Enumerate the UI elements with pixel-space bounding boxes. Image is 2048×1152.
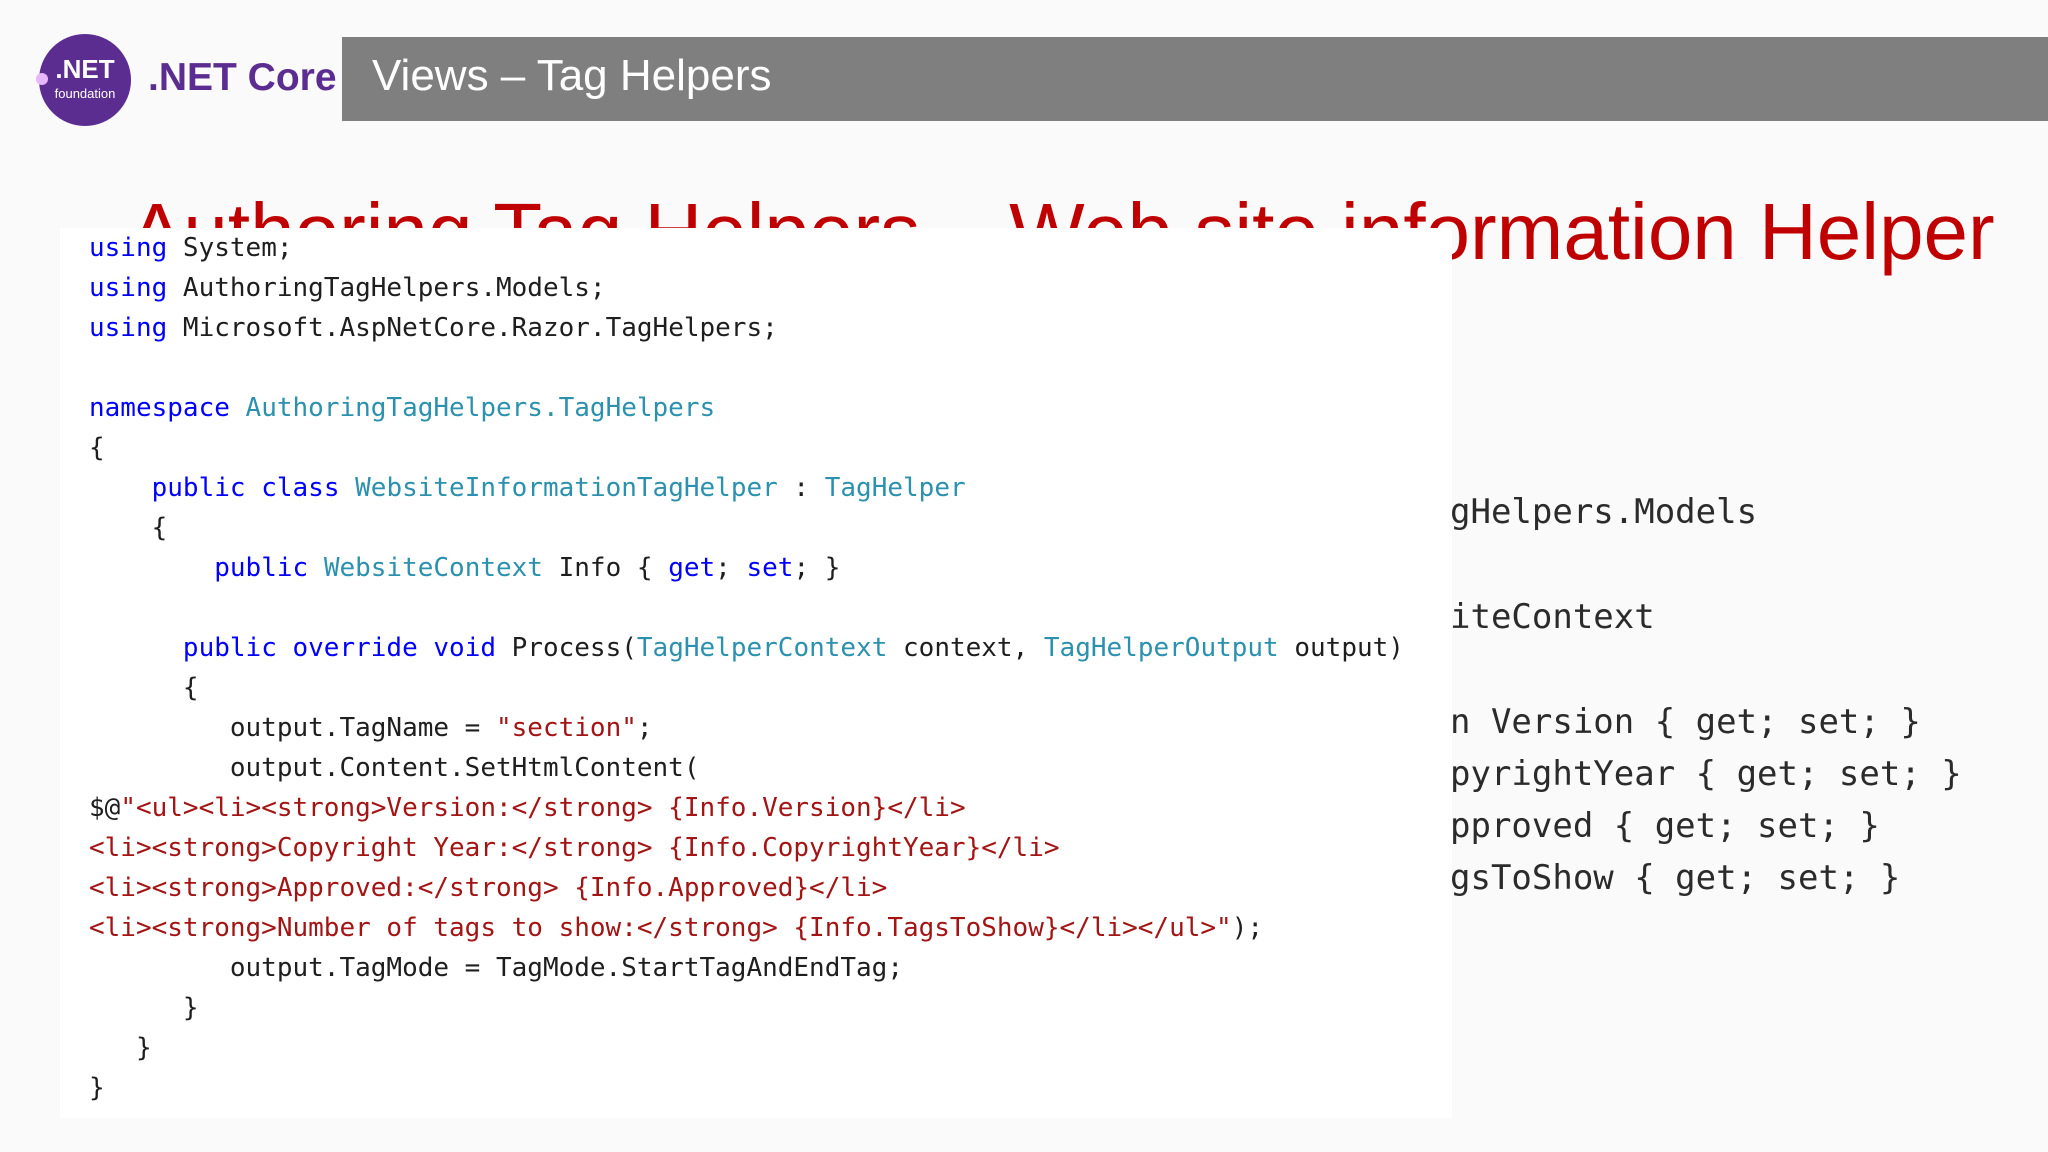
bg-code-line: gHelpers.Models: [1450, 492, 1758, 532]
logo-foundation-text: foundation: [54, 86, 116, 101]
slide: .NET foundation .NET Core Views – Tag He…: [0, 0, 2048, 1152]
code-line: }: [135, 1033, 152, 1063]
code-line: using AuthoringTagHelpers.Models;: [89, 273, 606, 303]
brand-title: .NET Core: [148, 56, 337, 99]
bg-code-line: pproved { get; set; }: [1450, 806, 1880, 846]
code-line: using Microsoft.AspNetCore.Razor.TagHelp…: [89, 313, 778, 343]
code-line: <li><strong>Approved:</strong> {Info.App…: [89, 873, 888, 903]
code-line: output.Content.SetHtmlContent(: [229, 753, 700, 783]
bg-code-line: pyrightYear { get; set; }: [1450, 754, 1962, 794]
slide-title-bar: Views – Tag Helpers: [342, 37, 2048, 121]
code-line: {: [151, 513, 168, 543]
net-foundation-logo: .NET foundation: [39, 34, 131, 126]
logo-dot: [36, 73, 48, 85]
bg-code-line: n Version { get; set; }: [1450, 702, 1921, 742]
code-block: using System; using AuthoringTagHelpers.…: [89, 228, 1404, 1108]
code-line: public override void Process(TagHelperCo…: [182, 633, 1404, 663]
bg-code-line: iteContext: [1450, 597, 1655, 637]
logo-net-text: .NET: [55, 54, 115, 84]
code-line: <li><strong>Number of tags to show:</str…: [89, 913, 1264, 943]
code-line: output.TagName = "section";: [89, 713, 653, 743]
background-code: gHelpers.Models iteContext n Version { g…: [1450, 486, 1962, 902]
code-line: public class WebsiteInformationTagHelper…: [151, 473, 966, 503]
code-line: output.TagMode = TagMode.StartTagAndEndT…: [229, 953, 903, 983]
code-line: <li><strong>Copyright Year:</strong> {In…: [89, 833, 1060, 863]
code-line: {: [89, 433, 105, 463]
code-line: }: [89, 1073, 105, 1103]
code-line: $@"<ul><li><strong>Version:</strong> {In…: [89, 793, 966, 823]
bg-code-line: gsToShow { get; set; }: [1450, 858, 1901, 898]
code-line: public WebsiteContext Info { get; set; }: [214, 553, 841, 583]
code-line: {: [182, 673, 199, 703]
slide-title: Views – Tag Helpers: [372, 51, 772, 100]
code-line: namespace AuthoringTagHelpers.TagHelpers: [89, 393, 716, 423]
code-line: using System;: [89, 233, 293, 263]
code-overlay: using System; using AuthoringTagHelpers.…: [60, 228, 1452, 1118]
code-line: }: [182, 993, 199, 1023]
